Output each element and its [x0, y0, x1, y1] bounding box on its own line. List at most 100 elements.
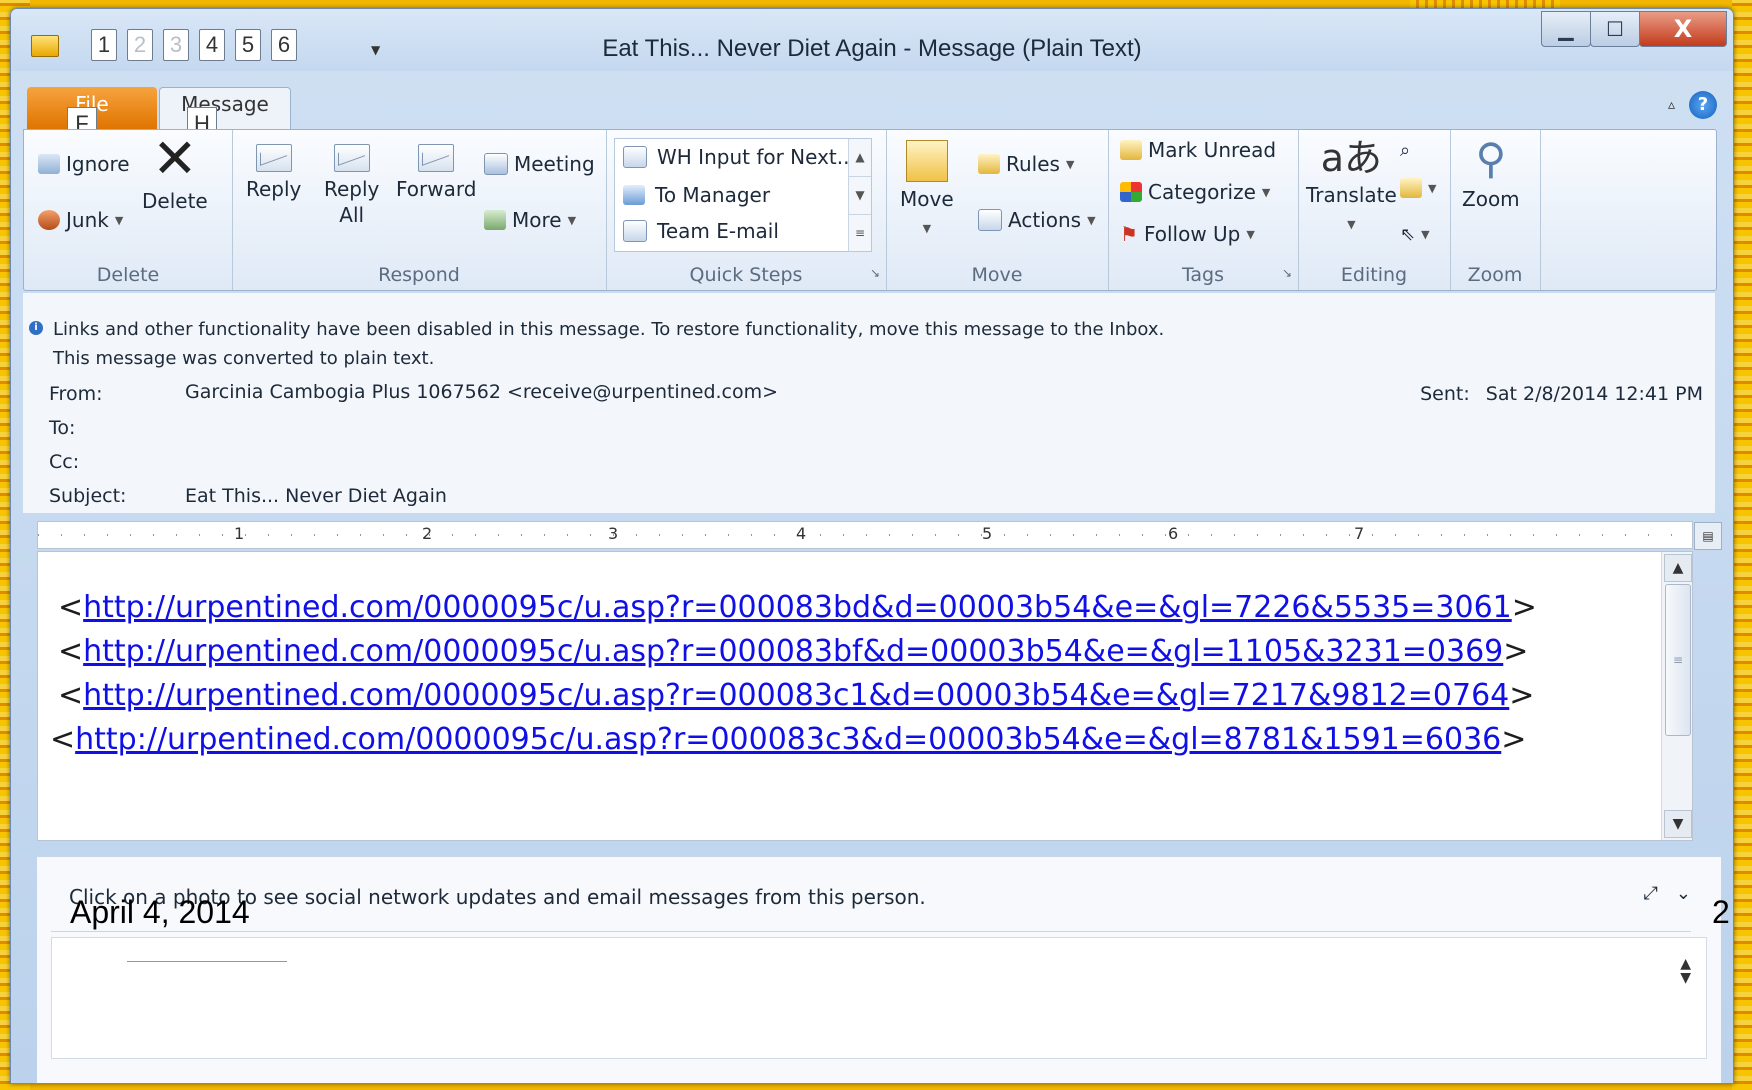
delete-label: Delete	[142, 189, 208, 213]
people-pane-controls: ⤢ ⌄	[1644, 883, 1692, 904]
quick-steps-down-icon[interactable]: ▼	[849, 177, 871, 215]
quick-steps-launcher-icon[interactable]: ↘	[870, 266, 880, 280]
quick-step-wh-input[interactable]: WH Input for Next...	[623, 145, 856, 169]
junk-button[interactable]: Junk ▼	[38, 208, 123, 232]
ruler[interactable]: 1 2 3 4 5 6 7 ▤	[37, 521, 1722, 550]
quick-step-label: To Manager	[655, 183, 771, 207]
window-title: Eat This... Never Diet Again - Message (…	[602, 35, 1142, 62]
delete-button[interactable]: ✕ Delete	[142, 127, 208, 214]
more-icon	[484, 210, 506, 230]
body-links: <http://urpentined.com/0000095c/u.asp?r=…	[50, 586, 1537, 762]
window-controls: ▁ ☐ X	[1541, 11, 1727, 47]
people-pane-tab[interactable]	[127, 961, 287, 966]
ignore-label: Ignore	[66, 152, 130, 176]
forward-button[interactable]: Forward	[396, 144, 476, 202]
reply-all-label-line2: All	[339, 203, 365, 227]
info-bar[interactable]: i Links and other functionality have bee…	[29, 315, 1165, 373]
magnifier-icon: ⚲	[1475, 134, 1507, 183]
expand-icon[interactable]: ⤢	[1644, 883, 1658, 904]
translate-button[interactable]: aあ Translate ▼	[1306, 138, 1397, 238]
actions-dropdown-icon: ▼	[1087, 213, 1096, 227]
translate-label: Translate	[1306, 183, 1397, 207]
follow-up-button[interactable]: ⚑ Follow Up ▼	[1120, 222, 1255, 246]
quick-step-to-manager[interactable]: To Manager	[623, 183, 770, 207]
people-pane: Click on a photo to see social network u…	[37, 855, 1721, 1083]
tags-launcher-icon[interactable]: ↘	[1282, 266, 1292, 280]
categorize-button[interactable]: Categorize ▼	[1120, 180, 1270, 204]
reply-button[interactable]: Reply	[246, 144, 301, 202]
meeting-icon	[484, 153, 508, 175]
ruler-mark: 7	[1354, 524, 1365, 543]
people-pane-spinner-icon[interactable]: ▲ ▼	[1680, 957, 1691, 985]
quick-steps-up-icon[interactable]: ▲	[849, 139, 871, 177]
scroll-down-icon[interactable]: ▼	[1664, 810, 1692, 838]
forward-label: Forward	[396, 177, 477, 201]
chevron-down-icon[interactable]: ⌄	[1676, 883, 1691, 904]
ruler-mark: 2	[422, 524, 433, 543]
close-button[interactable]: X	[1639, 11, 1727, 47]
rules-button[interactable]: Rules ▼	[978, 152, 1074, 176]
message-body[interactable]: <http://urpentined.com/0000095c/u.asp?r=…	[37, 551, 1693, 841]
group-label-editing: Editing	[1340, 264, 1408, 286]
related-button[interactable]: ▼	[1400, 178, 1436, 198]
info-line-1: Links and other functionality have been …	[53, 319, 1165, 340]
quick-step-team-email[interactable]: Team E-mail	[623, 219, 779, 243]
rules-icon	[978, 154, 1000, 174]
quick-step-label: Team E-mail	[657, 219, 779, 243]
categorize-icon	[1120, 182, 1142, 202]
more-respond-button[interactable]: More ▼	[484, 208, 576, 232]
quick-step-icon	[623, 220, 647, 242]
scroll-thumb[interactable]: ≡	[1665, 584, 1691, 736]
select-button[interactable]: ⇖ ▼	[1400, 224, 1430, 245]
info-icon: i	[29, 321, 43, 335]
quick-steps-gallery: WH Input for Next... To Manager Team E-m…	[614, 138, 872, 252]
body-line: <http://urpentined.com/0000095c/u.asp?r=…	[58, 634, 1529, 669]
zoom-button[interactable]: ⚲ Zoom	[1462, 136, 1520, 212]
move-label: Move	[900, 187, 954, 211]
body-link[interactable]: http://urpentined.com/0000095c/u.asp?r=0…	[83, 590, 1512, 625]
move-button[interactable]: Move ▼	[900, 140, 954, 242]
body-line: <http://urpentined.com/0000095c/u.asp?r=…	[58, 678, 1535, 713]
meeting-button[interactable]: Meeting	[484, 152, 595, 176]
ruler-ticks	[38, 534, 1692, 536]
flag-icon: ⚑	[1120, 222, 1138, 246]
minimize-button[interactable]: ▁	[1541, 11, 1591, 47]
ignore-button[interactable]: Ignore	[38, 152, 130, 176]
ribbon: Ignore Junk ▼ ✕ Delete Delete Reply Repl…	[23, 129, 1717, 291]
body-link[interactable]: http://urpentined.com/0000095c/u.asp?r=0…	[75, 722, 1501, 757]
view-ruler-icon[interactable]: ▤	[1694, 522, 1722, 550]
select-dropdown-icon: ▼	[1421, 228, 1430, 241]
group-move: Move ▼ Rules ▼ Actions ▼ Move	[886, 130, 1109, 290]
quick-step-label: WH Input for Next...	[657, 145, 856, 169]
help-icon[interactable]: ?	[1689, 91, 1717, 119]
actions-button[interactable]: Actions ▼	[978, 208, 1096, 232]
quick-steps-scrollbar[interactable]: ▲ ▼ ≡	[848, 139, 871, 251]
maximize-button[interactable]: ☐	[1590, 11, 1640, 47]
minimize-ribbon-icon[interactable]: ▵	[1668, 97, 1675, 113]
rules-label: Rules	[1006, 152, 1060, 176]
reply-all-button[interactable]: Reply All	[324, 144, 379, 228]
quick-steps-more-icon[interactable]: ≡	[849, 215, 871, 252]
body-link[interactable]: http://urpentined.com/0000095c/u.asp?r=0…	[83, 678, 1509, 713]
title-bar: 1 2 3 4 5 6 ▼ Eat This... Never Diet Aga…	[11, 9, 1733, 71]
scroll-up-icon[interactable]: ▲	[1664, 554, 1692, 582]
to-label: To:	[49, 417, 76, 439]
sent-value: Sat 2/8/2014 12:41 PM	[1485, 383, 1703, 405]
ruler-mark: 4	[796, 524, 807, 543]
find-button[interactable]: ⌕	[1400, 140, 1410, 161]
actions-label: Actions	[1008, 208, 1082, 232]
ribbon-right-controls: ▵ ?	[1668, 91, 1717, 119]
body-link[interactable]: http://urpentined.com/0000095c/u.asp?r=0…	[83, 634, 1503, 669]
delete-x-icon: ✕	[152, 127, 198, 190]
tab-message[interactable]: Message	[159, 87, 291, 132]
people-pane-divider	[51, 931, 1691, 932]
related-dropdown-icon: ▼	[1428, 181, 1437, 195]
quick-step-icon	[623, 185, 645, 205]
zoom-label: Zoom	[1462, 187, 1520, 211]
from-value[interactable]: Garcinia Cambogia Plus 1067562 <receive@…	[185, 381, 778, 403]
mark-unread-button[interactable]: Mark Unread	[1120, 138, 1276, 162]
translate-dropdown-icon: ▼	[1347, 218, 1356, 231]
forward-icon	[418, 144, 455, 172]
body-scrollbar[interactable]: ▲ ≡ ▼	[1661, 552, 1692, 840]
meeting-label: Meeting	[514, 152, 595, 176]
